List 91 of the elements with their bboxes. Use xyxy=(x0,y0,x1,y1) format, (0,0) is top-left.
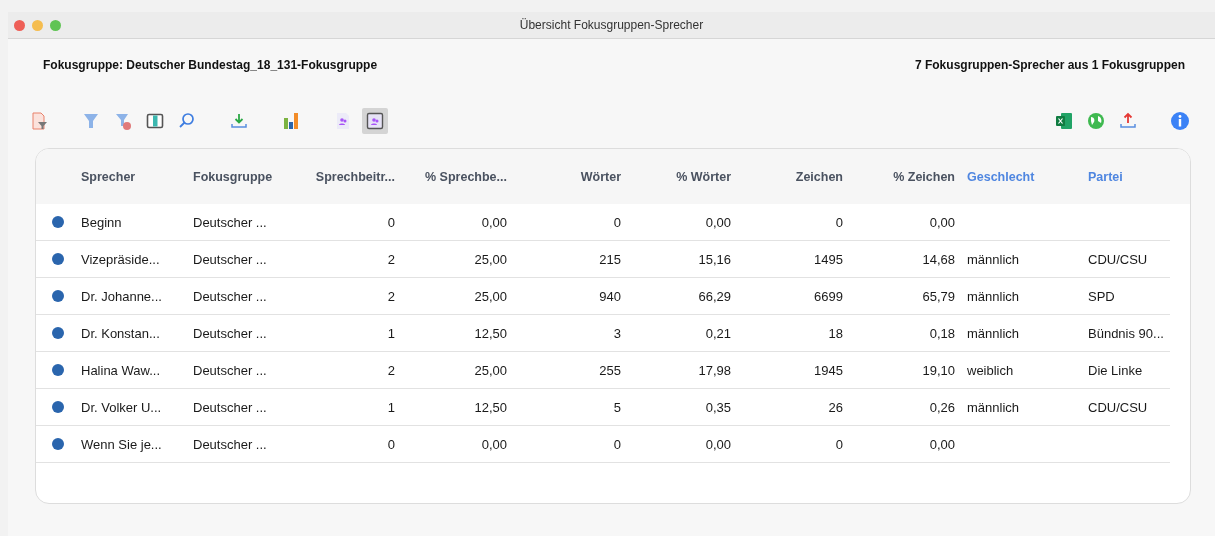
table-cell-text: 14,68 xyxy=(921,251,956,267)
column-header[interactable]: % Sprechbe... xyxy=(401,169,513,184)
table-cell-text: 65,79 xyxy=(921,288,956,304)
table-cell-text: 0,21 xyxy=(704,325,732,341)
table-cell-text: 0 xyxy=(834,436,844,452)
summary-text: 7 Fokusgruppen-Sprecher aus 1 Fokusgruppen xyxy=(914,58,1185,72)
table-cell-text: Dr. Volker U... xyxy=(80,399,163,415)
table-cell-text: 0,00 xyxy=(704,214,732,230)
column-header[interactable]: Zeichen xyxy=(737,169,849,184)
table-cell-text: 0 xyxy=(612,214,622,230)
table-cell-text: Beginn xyxy=(80,214,123,230)
toolbar-button[interactable] xyxy=(362,108,388,134)
zoom-button[interactable] xyxy=(50,19,61,31)
table-cell-text: 2 xyxy=(386,288,396,304)
table-cell-text: Deutscher ... xyxy=(192,214,268,230)
globe-icon xyxy=(1086,111,1106,131)
table-cell-text: männlich xyxy=(966,251,1021,267)
table-cell-text: CDU/CSU xyxy=(1087,399,1149,415)
columns-icon xyxy=(145,111,165,131)
table-cell-text: 1 xyxy=(386,325,396,341)
close-button[interactable] xyxy=(14,19,25,31)
table-cell-text: 3 xyxy=(612,325,622,341)
column-header[interactable]: Fokusgruppe xyxy=(187,169,299,184)
column-header[interactable]: Sprecher xyxy=(75,169,187,184)
table-cell-text: 66,29 xyxy=(697,288,732,304)
table-cell-text: Deutscher ... xyxy=(192,362,268,378)
table-cell-text: 940 xyxy=(598,288,622,304)
table-cell-text: Deutscher ... xyxy=(192,251,268,267)
table-cell-text: Vizepräside... xyxy=(80,251,161,267)
info-icon xyxy=(1170,111,1190,131)
table-cell-text: 0,00 xyxy=(704,436,732,452)
window-title: Übersicht Fokusgruppen-Sprecher xyxy=(519,18,704,32)
table-cell-text: 15,16 xyxy=(697,251,732,267)
column-header[interactable]: % Zeichen xyxy=(849,169,961,184)
table-cell-text: 2 xyxy=(386,362,396,378)
table-cell-text: 0 xyxy=(834,214,844,230)
table-cell-text: CDU/CSU xyxy=(1087,251,1149,267)
table-cell-text: Bündnis 90... xyxy=(1087,325,1165,341)
table-cell-text: 1 xyxy=(386,399,396,415)
download-icon xyxy=(229,111,249,131)
table-cell-text: 0,00 xyxy=(928,214,956,230)
table-cell-text: Die Linke xyxy=(1087,362,1144,378)
table-cell-text: 0,18 xyxy=(928,325,956,341)
table-cell-text: 26 xyxy=(827,399,844,415)
table-cell-text: männlich xyxy=(966,399,1021,415)
table-cell-text: 0 xyxy=(386,214,396,230)
column-header[interactable]: Sprechbeitr... xyxy=(299,169,401,184)
spreadsheet-icon xyxy=(1054,111,1074,131)
bar-chart-icon xyxy=(281,111,301,131)
table-cell-text: 2 xyxy=(386,251,396,267)
window-people-icon xyxy=(365,111,385,131)
table-cell-text: 5 xyxy=(612,399,622,415)
table-cell-text: 18 xyxy=(827,325,844,341)
column-header[interactable]: Wörter xyxy=(513,169,627,184)
table-cell-text: Deutscher ... xyxy=(192,325,268,341)
table-cell-text: 255 xyxy=(598,362,622,378)
table-cell-text: 25,00 xyxy=(473,251,508,267)
table-cell-text: Deutscher ... xyxy=(192,288,268,304)
column-header[interactable]: % Wörter xyxy=(627,169,737,184)
table-cell-text: 0,35 xyxy=(704,399,732,415)
table-cell-text: Halina Waw... xyxy=(80,362,161,378)
table-cell-text: 17,98 xyxy=(697,362,732,378)
table-cell-text: Dr. Johanne... xyxy=(80,288,163,304)
document-filter-icon xyxy=(29,111,49,131)
table-cell-text: 0,00 xyxy=(480,436,508,452)
table-cell-text: 0 xyxy=(612,436,622,452)
table-cell-text: 25,00 xyxy=(473,362,508,378)
table-cell-text: 0,26 xyxy=(928,399,956,415)
table-cell-text: männlich xyxy=(966,325,1021,341)
table-cell-text: weiblich xyxy=(966,362,1015,378)
filter-clear-icon xyxy=(113,111,133,131)
table-cell-text: 12,50 xyxy=(473,399,508,415)
table-cell-text: 0,00 xyxy=(480,214,508,230)
table-cell-text: 0 xyxy=(386,436,396,452)
upload-icon xyxy=(1118,111,1138,131)
table-cell-text: SPD xyxy=(1087,288,1116,304)
table-cell-text: 12,50 xyxy=(473,325,508,341)
table-cell-text: Dr. Konstan... xyxy=(80,325,161,341)
table-cell-text: 1945 xyxy=(813,362,844,378)
filter-icon xyxy=(81,111,101,131)
table-cell-text: 0,00 xyxy=(928,436,956,452)
table-cell-text: 1495 xyxy=(813,251,844,267)
table-cell-text: männlich xyxy=(966,288,1021,304)
table-cell-text: 215 xyxy=(598,251,622,267)
table-cell-text: 6699 xyxy=(813,288,844,304)
table-cell-text: Wenn Sie je... xyxy=(80,436,163,452)
focus-group-heading: Fokusgruppe: Deutscher Bundestag_18_131-Fokusgruppe xyxy=(43,58,378,72)
table-cell-text: Deutscher ... xyxy=(192,399,268,415)
table-cell-text: Deutscher ... xyxy=(192,436,268,452)
table-cell-text: 25,00 xyxy=(473,288,508,304)
table-cell-text: 19,10 xyxy=(921,362,956,378)
